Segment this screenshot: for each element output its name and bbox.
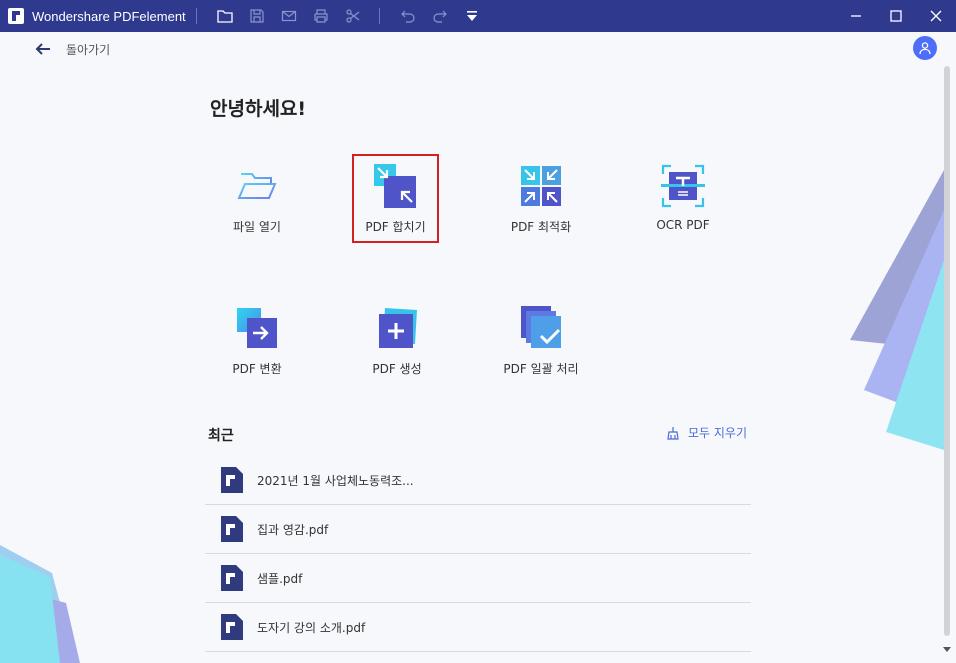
recent-file-item[interactable]: 도자기 강의 소개.pdf (205, 603, 751, 652)
broom-icon (667, 426, 679, 440)
batch-process-tile[interactable]: PDF 일괄 처리 (496, 306, 586, 377)
batch-process-icon (521, 306, 561, 348)
folder-open-icon (237, 173, 277, 199)
tile-label: 파일 열기 (233, 220, 281, 234)
ocr-icon (661, 164, 705, 208)
pdfelement-logo-icon (8, 8, 24, 24)
vertical-scrollbar[interactable] (944, 66, 950, 636)
maximize-button[interactable] (876, 0, 916, 32)
arrow-left-icon (35, 43, 50, 55)
combine-pdf-icon (373, 164, 416, 208)
save-icon (250, 9, 264, 23)
undo-button[interactable] (392, 0, 424, 32)
minimize-icon (851, 15, 861, 17)
scissors-icon (346, 9, 360, 23)
customize-toolbar-button[interactable] (456, 0, 488, 32)
combine-pdf-tile[interactable]: PDF 합치기 (352, 154, 439, 243)
title-bar: Wondershare PDFelement (0, 0, 956, 32)
recent-files-list: 2021년 1월 사업체노동력조... 집과 영감.pdf 샘플.pdf 도자기… (205, 456, 751, 652)
window-controls (836, 0, 956, 32)
recent-file-name: 샘플.pdf (257, 571, 303, 586)
pdf-file-icon (221, 516, 243, 542)
greeting-heading: 안녕하세요! (210, 98, 307, 120)
create-pdf-icon (379, 308, 417, 348)
recent-file-name: 2021년 1월 사업체노동력조... (257, 473, 414, 488)
email-button[interactable] (273, 0, 305, 32)
convert-pdf-tile[interactable]: PDF 변환 (212, 306, 302, 377)
recent-file-item[interactable]: 2021년 1월 사업체노동력조... (205, 456, 751, 505)
user-icon (919, 42, 931, 55)
recent-file-item[interactable]: 집과 영감.pdf (205, 505, 751, 554)
pdf-file-icon (221, 467, 243, 493)
recent-heading: 최근 (208, 428, 234, 444)
tile-label: PDF 생성 (372, 362, 422, 376)
clear-all-button[interactable]: 모두 지우기 (666, 424, 747, 441)
toolbar-divider (378, 8, 380, 24)
undo-icon (400, 10, 415, 23)
back-label: 돌아가기 (66, 42, 111, 57)
tile-label: OCR PDF (656, 218, 710, 232)
back-button[interactable]: 돌아가기 (34, 38, 110, 60)
recent-file-name: 도자기 강의 소개.pdf (257, 620, 366, 635)
print-button[interactable] (305, 0, 337, 32)
close-button[interactable] (916, 0, 956, 32)
dropdown-arrow-icon (466, 11, 477, 21)
optimize-pdf-tile[interactable]: PDF 최적화 (496, 164, 586, 235)
pdf-file-icon (221, 614, 243, 640)
clear-all-label: 모두 지우기 (688, 426, 748, 440)
close-icon (930, 10, 942, 22)
toolbar-divider (195, 8, 197, 24)
mail-icon (281, 10, 296, 22)
optimize-pdf-icon (521, 166, 561, 206)
app-title: Wondershare PDFelement (32, 8, 186, 24)
user-avatar-button[interactable] (913, 36, 937, 60)
save-button[interactable] (241, 0, 273, 32)
tile-label: PDF 합치기 (365, 220, 426, 234)
decoration-left-shapes (0, 545, 80, 663)
open-file-tile[interactable]: 파일 열기 (212, 164, 302, 235)
tile-label: PDF 일괄 처리 (503, 362, 579, 376)
scroll-down-arrow-icon[interactable] (942, 644, 952, 656)
tile-label: PDF 변환 (232, 362, 282, 376)
redo-icon (433, 10, 447, 23)
redo-button[interactable] (424, 0, 456, 32)
print-icon (314, 9, 328, 23)
decoration-right-shapes (850, 170, 944, 450)
minimize-button[interactable] (836, 0, 876, 32)
maximize-icon (890, 10, 902, 22)
pdf-file-icon (221, 565, 243, 591)
ocr-pdf-tile[interactable]: OCR PDF (638, 164, 728, 232)
open-folder-button[interactable] (209, 0, 241, 32)
recent-file-item[interactable]: 샘플.pdf (205, 554, 751, 603)
cut-button[interactable] (337, 0, 369, 32)
tile-label: PDF 최적화 (510, 220, 572, 234)
folder-icon (217, 10, 233, 23)
convert-pdf-icon (237, 308, 277, 348)
create-pdf-tile[interactable]: PDF 생성 (352, 306, 442, 377)
recent-file-name: 집과 영감.pdf (257, 522, 329, 537)
